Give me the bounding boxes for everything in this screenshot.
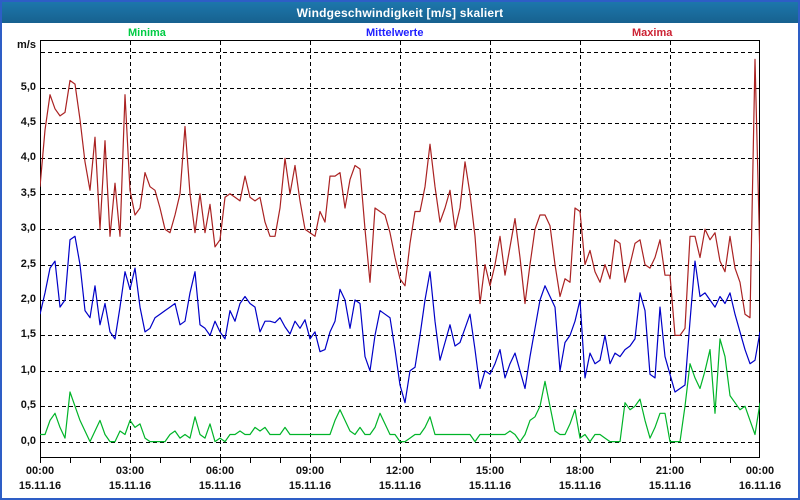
x-axis-time-label: 03:00 xyxy=(115,465,145,477)
legend-maxima-label: Maxima xyxy=(632,27,673,39)
y-axis-tick-label: 0,0 xyxy=(20,435,36,447)
y-axis-tick-label: 2,5 xyxy=(20,258,36,270)
x-axis-time-label: 12:00 xyxy=(385,465,415,477)
x-axis-date-label: 15.11.16 xyxy=(648,480,692,492)
legend-mittelwerte-label: Mittelwerte xyxy=(366,27,424,39)
x-axis-date-label: 15.11.16 xyxy=(18,480,62,492)
wind-speed-chart-window: Windgeschwindigkeit [m/s] skaliert Minim… xyxy=(0,0,800,500)
x-axis-date-label: 15.11.16 xyxy=(108,480,152,492)
window-title: Windgeschwindigkeit [m/s] skaliert xyxy=(296,5,504,20)
legend-minima-label: Minima xyxy=(128,27,166,39)
x-axis-date-label: 15.11.16 xyxy=(198,480,242,492)
y-axis-unit-label: m/s xyxy=(17,39,36,51)
x-axis-date-label: 15.11.16 xyxy=(558,480,602,492)
x-axis-time-label: 15:00 xyxy=(475,465,505,477)
y-axis-tick-label: 3,0 xyxy=(20,222,36,234)
x-axis-time-label: 09:00 xyxy=(295,465,325,477)
y-axis-tick-label: 4,5 xyxy=(20,116,36,128)
x-axis-date-label: 15.11.16 xyxy=(288,480,332,492)
window-title-bar: Windgeschwindigkeit [m/s] skaliert xyxy=(2,2,798,23)
x-axis-date-label: 15.11.16 xyxy=(468,480,512,492)
y-axis-tick-label: 0,5 xyxy=(20,399,36,411)
x-axis-time-label: 18:00 xyxy=(565,465,595,477)
x-axis-date-label: 16.11.16 xyxy=(738,480,782,492)
x-axis-time-label: 00:00 xyxy=(25,465,55,477)
x-axis-date-label: 15.11.16 xyxy=(378,480,422,492)
x-axis-time-label: 00:00 xyxy=(745,465,775,477)
y-axis-tick-label: 5,0 xyxy=(20,81,36,93)
y-axis-tick-label: 1,0 xyxy=(20,364,36,376)
x-axis-time-label: 21:00 xyxy=(655,465,685,477)
y-axis-tick-label: 4,0 xyxy=(20,151,36,163)
wind-speed-line-chart xyxy=(40,40,760,463)
x-axis-time-label: 06:00 xyxy=(205,465,235,477)
y-axis-tick-label: 1,5 xyxy=(20,328,36,340)
y-axis-tick-label: 2,0 xyxy=(20,293,36,305)
y-axis-tick-label: 3,5 xyxy=(20,187,36,199)
